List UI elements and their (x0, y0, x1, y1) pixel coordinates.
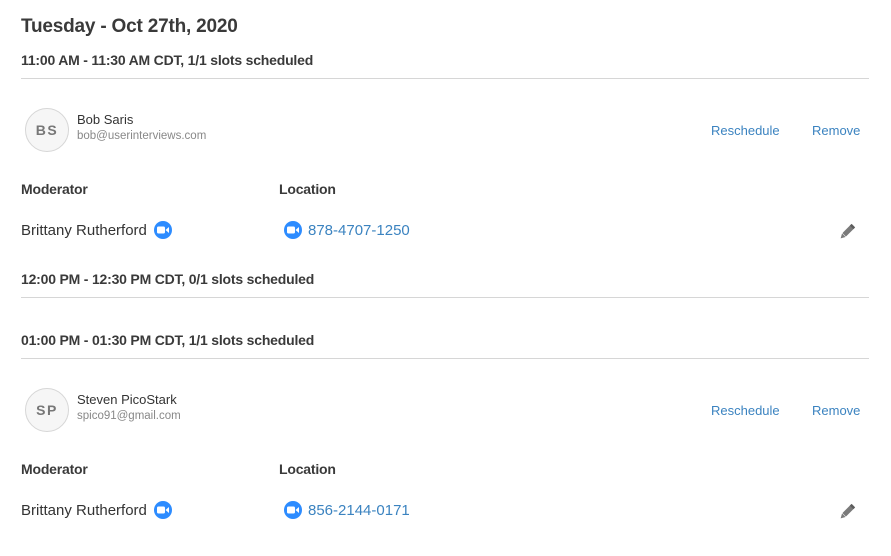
slot-header: 01:00 PM - 01:30 PM CDT, 1/1 slots sched… (21, 332, 869, 359)
location-label: Location (279, 181, 336, 197)
moderator-label: Moderator (21, 461, 88, 477)
pencil-icon[interactable] (837, 222, 857, 242)
location-value: 878-4707-1250 (284, 221, 410, 239)
remove-link[interactable]: Remove (812, 403, 860, 418)
avatar: BS (25, 108, 69, 152)
participant-name: Steven PicoStark (77, 392, 177, 407)
moderator-name: Brittany Rutherford (21, 501, 147, 519)
participant-email: bob@userinterviews.com (77, 130, 207, 142)
schedule-page: Tuesday - Oct 27th, 2020 11:00 AM - 11:3… (0, 0, 891, 556)
moderator-value: Brittany Rutherford (21, 221, 172, 239)
zoom-video-icon (284, 501, 302, 519)
participant-card: BS Bob Saris bob@userinterviews.com Resc… (25, 108, 865, 152)
slot-header: 11:00 AM - 11:30 AM CDT, 1/1 slots sched… (21, 52, 869, 79)
reschedule-link[interactable]: Reschedule (711, 403, 780, 418)
reschedule-link[interactable]: Reschedule (711, 123, 780, 138)
location-phone-link[interactable]: 878-4707-1250 (308, 222, 410, 239)
participant-email: spico91@gmail.com (77, 410, 181, 422)
moderator-value: Brittany Rutherford (21, 501, 172, 519)
zoom-video-icon (284, 221, 302, 239)
remove-link[interactable]: Remove (812, 123, 860, 138)
moderator-name: Brittany Rutherford (21, 221, 147, 239)
avatar: SP (25, 388, 69, 432)
slot-header: 12:00 PM - 12:30 PM CDT, 0/1 slots sched… (21, 271, 869, 298)
day-title: Tuesday - Oct 27th, 2020 (21, 16, 238, 37)
location-value: 856-2144-0171 (284, 501, 410, 519)
pencil-icon[interactable] (837, 502, 857, 522)
location-phone-link[interactable]: 856-2144-0171 (308, 502, 410, 519)
zoom-video-icon (153, 221, 172, 239)
participant-name: Bob Saris (77, 112, 134, 127)
zoom-video-icon (153, 501, 172, 519)
participant-card: SP Steven PicoStark spico91@gmail.com Re… (25, 388, 865, 432)
location-label: Location (279, 461, 336, 477)
moderator-label: Moderator (21, 181, 88, 197)
